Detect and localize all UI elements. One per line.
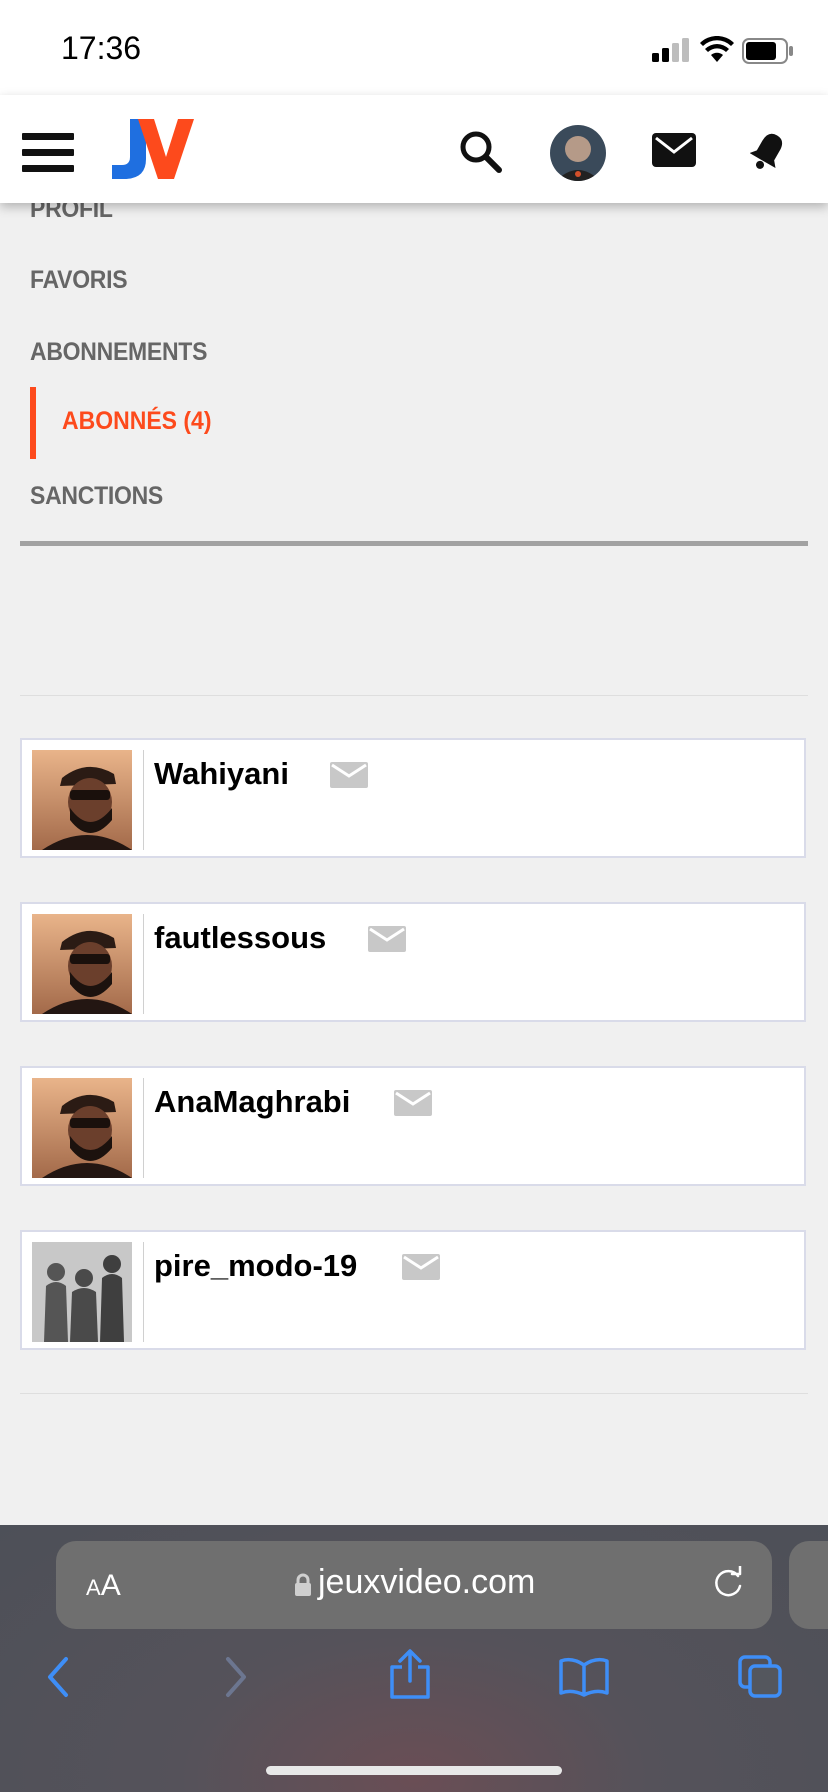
menu-item-favoris[interactable]: FAVORIS [30,266,128,295]
list-top-divider [20,695,808,696]
list-bottom-divider [20,1393,808,1394]
card-divider [143,750,144,850]
card-divider [143,914,144,1014]
user-avatar[interactable] [550,125,606,181]
menu-item-sanctions[interactable]: SANCTIONS [30,482,163,511]
text-size-button[interactable]: AA [86,1569,121,1603]
follower-card[interactable]: fautlessous [20,902,806,1022]
follower-username[interactable]: AnaMaghrabi [154,1084,350,1120]
menu-item-abonnements[interactable]: ABONNEMENTS [30,338,207,367]
active-menu-indicator [30,387,36,459]
tabs-icon[interactable] [736,1653,784,1699]
follower-card[interactable]: Wahiyani [20,738,806,858]
site-header [0,95,828,203]
battery-icon [742,38,793,64]
messages-icon[interactable] [652,133,696,167]
follower-card[interactable]: pire_modo-19 [20,1230,806,1350]
card-divider [143,1242,144,1342]
follower-card[interactable]: AnaMaghrabi [20,1066,806,1186]
back-icon[interactable] [44,1655,72,1699]
browser-toolbar: AA jeuxvideo.com [0,1525,828,1792]
share-icon[interactable] [388,1649,432,1699]
url-text[interactable]: jeuxvideo.com [318,1563,535,1602]
follower-avatar[interactable] [32,750,132,850]
wifi-icon [700,36,734,62]
follower-username[interactable]: pire_modo-19 [154,1248,357,1284]
jv-logo[interactable] [108,117,194,181]
send-message-icon[interactable] [394,1090,432,1116]
card-divider [143,1078,144,1178]
address-bar[interactable]: AA jeuxvideo.com [56,1541,772,1629]
home-indicator [266,1766,562,1775]
bookmarks-icon[interactable] [558,1657,610,1697]
send-message-icon[interactable] [368,926,406,952]
send-message-icon[interactable] [330,762,368,788]
forward-icon[interactable] [222,1655,250,1699]
follower-avatar[interactable] [32,1078,132,1178]
follower-avatar[interactable] [32,914,132,1014]
status-bar: 17:36 [0,0,828,96]
follower-avatar[interactable] [32,1242,132,1342]
menu-divider [20,541,808,546]
follower-username[interactable]: Wahiyani [154,756,289,792]
follower-username[interactable]: fautlessous [154,920,326,956]
search-icon[interactable] [459,130,503,174]
notifications-bell-icon[interactable] [750,130,786,172]
cellular-signal-icon [652,38,689,62]
reload-icon[interactable] [710,1566,746,1602]
next-tab-preview[interactable] [789,1541,828,1629]
menu-item-abonnes[interactable]: ABONNÉS (4) [62,407,212,436]
hamburger-menu-icon[interactable] [22,133,74,173]
send-message-icon[interactable] [402,1254,440,1280]
lock-icon [295,1573,311,1596]
status-time: 17:36 [61,30,142,66]
